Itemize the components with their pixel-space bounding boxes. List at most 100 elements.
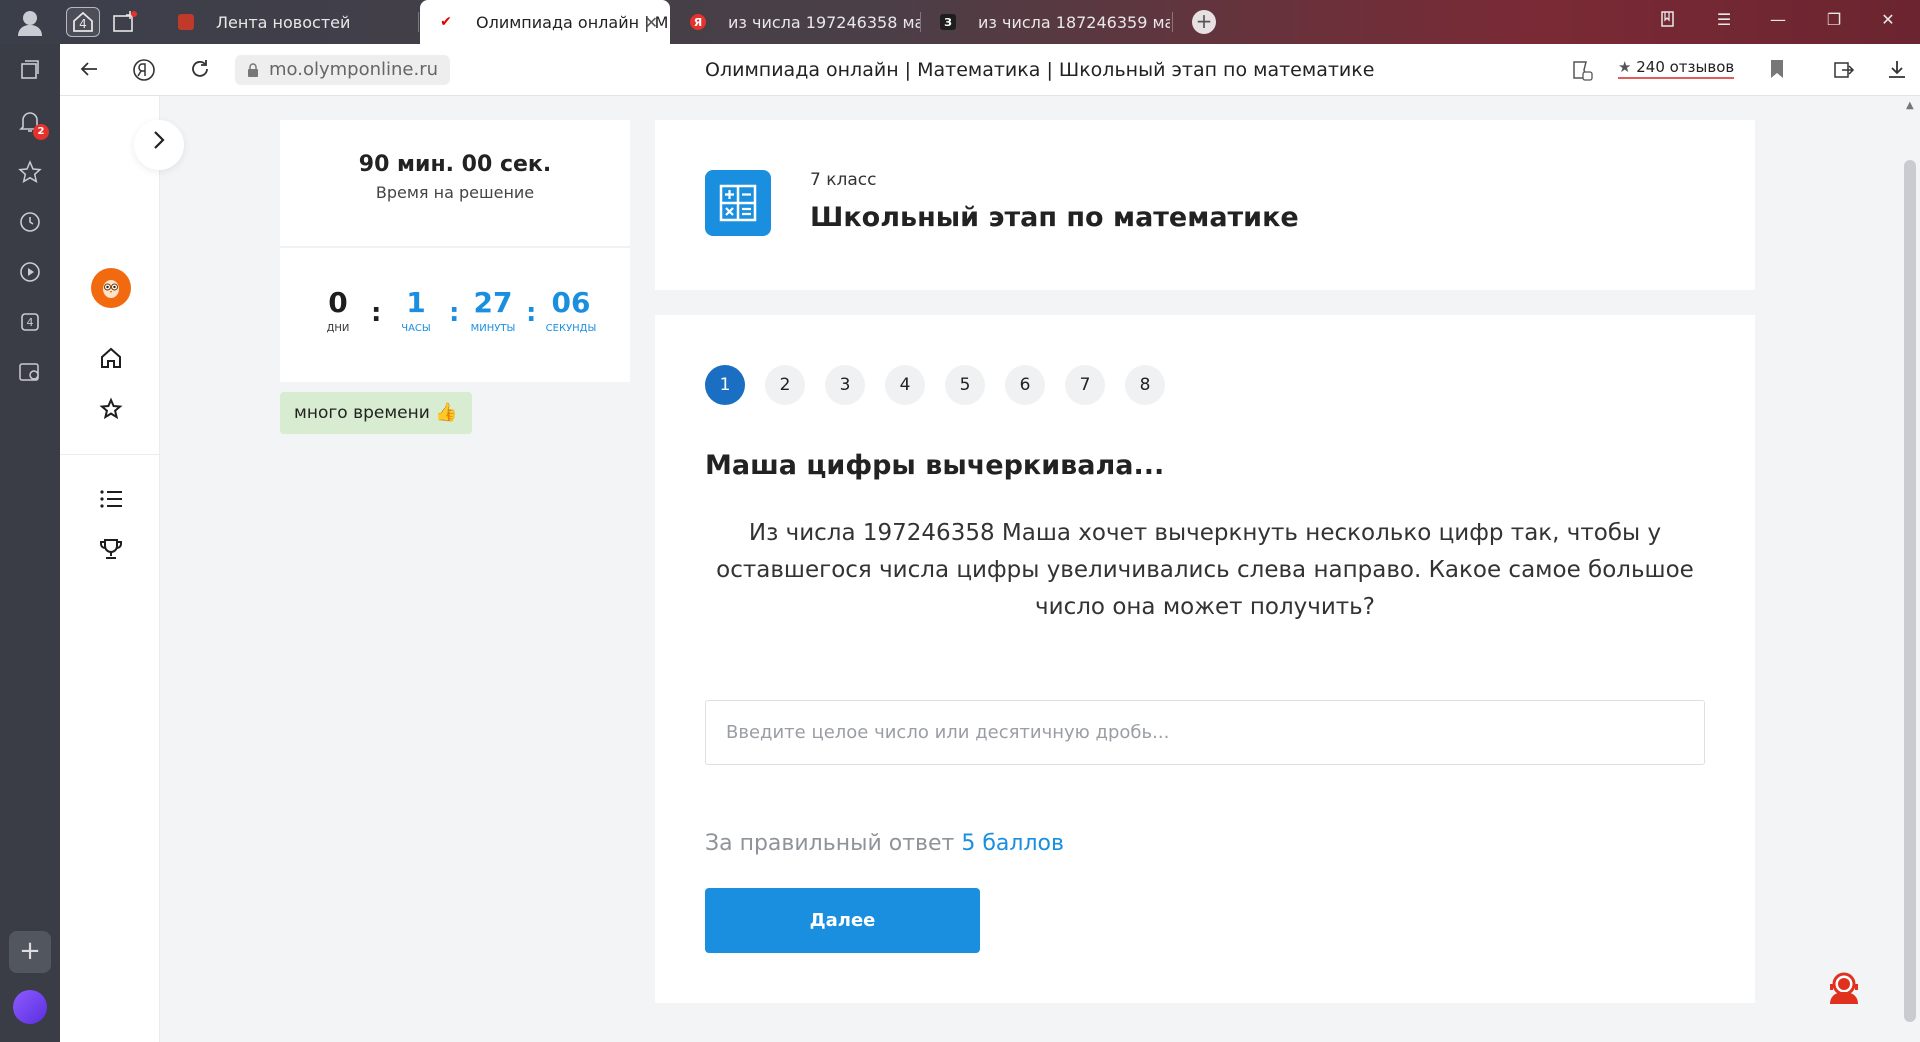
countdown-minutes: 27 МИНУТЫ [463,286,523,334]
task-title: Маша цифры вычеркивала... [705,450,1165,481]
answer-input[interactable] [705,700,1705,765]
sidebar-divider [60,454,160,455]
page-title: Олимпиада онлайн | Математика | Школьный… [705,59,1375,81]
home-icon[interactable] [98,345,124,371]
bookmarks-panel-icon[interactable] [1656,10,1680,32]
site-sidebar [60,96,160,1042]
step-3[interactable]: 3 [825,365,865,405]
list-icon[interactable] [98,486,124,512]
time-status-chip: много времени 👍 [280,392,472,434]
tabs-count-icon[interactable]: 4 [16,308,44,336]
tab-olympiad[interactable]: ✔ Олимпиада онлайн | М ✕ [420,0,670,44]
tab-separator [1172,12,1173,32]
minutes-label: МИНУТЫ [470,323,516,334]
tab-search-2[interactable]: З из числа 187246359 маша [922,0,1170,44]
seconds-value: 06 [551,286,591,319]
restore-icon[interactable]: ❐ [1822,10,1846,29]
home-tab-icon[interactable]: 4 [66,7,100,37]
address-bar: mo.olymponline.ru Олимпиада онлайн | Мат… [60,44,1920,96]
tabs-count: 4 [26,315,34,329]
olympiad-title: Школьный этап по математике [810,202,1299,233]
step-8[interactable]: 8 [1125,365,1165,405]
video-play-icon[interactable] [16,258,44,286]
tab-label: Лента новостей [216,12,351,32]
star-icon[interactable] [98,396,124,422]
countdown: 0 ДНИ : 1 ЧАСЫ : 27 МИНУТЫ : 06 СЕКУНДЫ [280,248,630,380]
browser-tab-bar: 4 Лента новостей ✔ Олимпиада онлайн | М … [0,0,1920,44]
z-favicon-icon: З [940,14,956,30]
score-prefix: За правильный ответ [705,831,955,856]
score-info: За правильный ответ 5 баллов [705,831,1064,856]
days-value: 0 [328,286,348,319]
tab-label: из числа 187246359 маша [978,12,1170,32]
tab-label: Олимпиада онлайн | М [476,12,669,32]
scroll-thumb[interactable] [1904,160,1916,1022]
score-points: 5 баллов [961,831,1064,856]
step-1[interactable]: 1 [705,365,745,405]
close-tab-icon[interactable]: ✕ [645,13,658,32]
yandex-logo-icon[interactable] [132,58,156,82]
notifications-badge: 2 [33,124,49,140]
tab-label: из числа 197246358 маша [728,12,920,32]
timer-card: 90 мин. 00 сек. Время на решение 0 ДНИ :… [280,120,630,382]
step-2[interactable]: 2 [765,365,805,405]
tab-news-feed[interactable]: Лента новостей [160,0,420,44]
thumbs-up-icon: 👍 [435,402,458,423]
tabs-collection-icon[interactable] [108,7,142,37]
tab-separator [418,12,419,32]
task-card: 1 2 3 4 5 6 7 8 Маша цифры вычеркивала..… [655,315,1755,1003]
home-tab-count: 4 [79,17,87,31]
protect-shield-icon[interactable] [1570,58,1594,82]
minutes-value: 27 [473,286,513,319]
share-icon[interactable] [1832,58,1856,82]
news-favicon-icon [178,14,194,30]
days-label: ДНИ [326,323,350,334]
task-text: Из числа 197246358 Маша хочет вычеркнуть… [716,520,1694,620]
reload-icon[interactable] [188,58,212,82]
menu-icon[interactable]: ☰ [1712,10,1736,29]
reviews-link[interactable]: ★ 240 отзывов [1618,58,1735,79]
bookmark-icon[interactable] [1765,58,1789,82]
scroll-up-icon[interactable]: ▲ [1906,100,1914,111]
history-clock-icon[interactable] [16,208,44,236]
countdown-separator: : [371,298,382,328]
review-star-icon: ★ [1618,58,1632,76]
grade-label: 7 класс [810,170,877,190]
step-5[interactable]: 5 [945,365,985,405]
owl-avatar-icon[interactable] [91,268,131,308]
tab-separator [920,12,921,32]
reviews-count: 240 отзывов [1636,58,1735,76]
add-panel-button[interactable]: + [9,931,51,973]
collections-icon[interactable] [16,56,44,84]
support-chat-icon[interactable] [1825,968,1863,1006]
expand-sidebar-button[interactable] [134,120,184,170]
time-caption: Время на решение [375,183,535,202]
browser-side-rail: 4 + ••• [0,44,60,1042]
time-status-text: много времени [294,403,430,423]
page-scrollbar[interactable]: ▲ [1900,96,1920,1042]
url-field[interactable]: mo.olymponline.ru [235,55,451,85]
back-arrow-icon[interactable] [77,58,101,82]
tab-search-1[interactable]: Я из числа 197246358 маша [672,0,920,44]
countdown-hours: 1 ЧАСЫ [386,286,446,334]
screenshot-camera-icon[interactable] [16,358,44,386]
download-icon[interactable] [1885,58,1909,82]
hours-value: 1 [406,286,426,319]
close-window-icon[interactable]: ✕ [1876,10,1900,29]
favorites-star-icon[interactable] [16,158,44,186]
seconds-label: СЕКУНДЫ [545,323,597,334]
step-6[interactable]: 6 [1005,365,1045,405]
next-button[interactable]: Далее [705,888,980,953]
url-text: mo.olymponline.ru [269,59,439,80]
trophy-icon[interactable] [98,536,124,562]
step-7[interactable]: 7 [1065,365,1105,405]
profile-icon[interactable] [14,8,46,36]
step-4[interactable]: 4 [885,365,925,405]
alice-assistant-icon[interactable] [13,990,47,1024]
new-tab-button[interactable]: + [1192,10,1216,34]
task-steps: 1 2 3 4 5 6 7 8 [705,365,1185,405]
olympiad-header-card: 7 класс Школьный этап по математике [655,120,1755,290]
minimize-icon[interactable]: — [1766,10,1790,29]
countdown-separator: : [526,298,537,328]
total-time: 90 мин. 00 сек. [358,152,552,177]
